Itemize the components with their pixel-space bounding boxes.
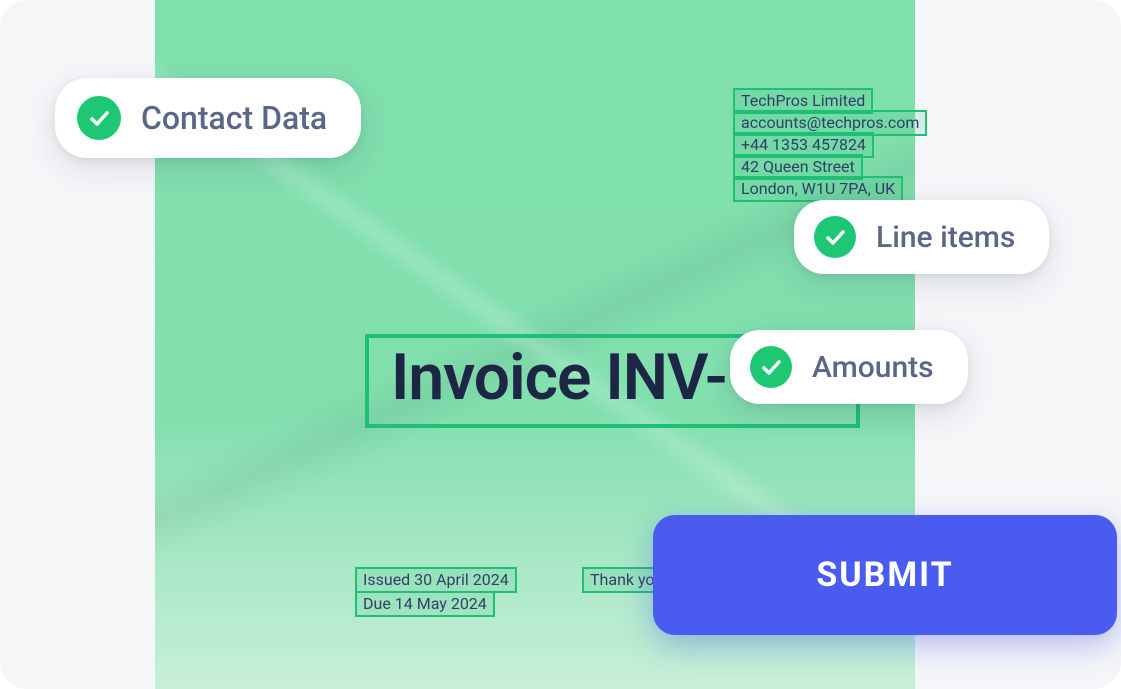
submit-button[interactable]: SUBMIT <box>653 515 1117 635</box>
pill-line-items: Line items <box>794 200 1049 274</box>
pill-contact-data: Contact Data <box>55 78 361 158</box>
check-icon <box>814 216 856 258</box>
pill-label: Contact Data <box>141 99 327 137</box>
app-canvas: TechPros Limited accounts@techpros.com +… <box>0 0 1121 689</box>
pill-label: Amounts <box>812 350 934 385</box>
pill-label: Line items <box>876 220 1015 255</box>
contact-city-highlight: London, W1U 7PA, UK <box>733 176 903 202</box>
issued-date-highlight: Issued 30 April 2024 <box>355 567 517 593</box>
pill-amounts: Amounts <box>730 330 968 404</box>
submit-label: SUBMIT <box>816 555 953 595</box>
check-icon <box>77 96 121 140</box>
due-date-highlight: Due 14 May 2024 <box>355 591 495 617</box>
check-icon <box>750 346 792 388</box>
